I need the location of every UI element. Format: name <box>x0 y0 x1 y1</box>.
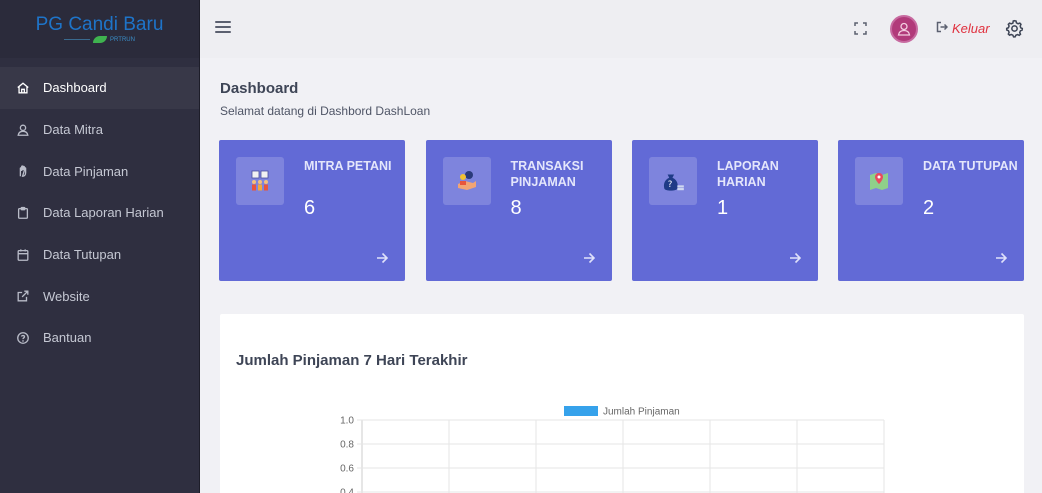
menu-toggle-icon[interactable] <box>215 21 231 35</box>
sidebar-item-website[interactable]: Website <box>0 275 199 317</box>
sidebar-item-label: Data Tutupan <box>43 247 122 263</box>
card-label: LAPORAN HARIAN <box>717 159 779 189</box>
brand-subtitle: PRTRUN <box>110 36 135 43</box>
sidebar-item-label: Data Laporan Harian <box>43 205 164 221</box>
clipboard-icon <box>16 206 30 220</box>
fullscreen-icon[interactable] <box>854 22 867 35</box>
card-transaksi-pinjaman[interactable]: TRANSAKSI PINJAMAN 8 <box>425 140 612 281</box>
sidebar-item-label: Bantuan <box>43 330 92 346</box>
chart-legend[interactable]: Jumlah Pinjaman <box>564 406 680 418</box>
arrow-right-icon[interactable] <box>789 251 802 264</box>
page-subtitle: Selamat datang di Dashbord DashLoan <box>220 104 431 118</box>
brand-subtitle-row: PRTRUN <box>64 36 135 43</box>
topbar: Keluar <box>200 0 1042 58</box>
sidebar-item-dashboard[interactable]: Dashboard <box>0 67 199 109</box>
chart-title: Jumlah Pinjaman 7 Hari Terakhir <box>236 352 468 369</box>
logout-icon <box>936 21 952 36</box>
card-laporan-harian[interactable]: ? LAPORAN HARIAN 1 <box>632 140 818 281</box>
sidebar-item-label: Data Mitra <box>43 122 103 138</box>
help-circle-icon <box>16 331 30 345</box>
logout-button[interactable]: Keluar <box>936 21 990 36</box>
card-value: 8 <box>510 197 522 219</box>
sidebar: PG Candi Baru PRTRUN Dashboard Data Mitr… <box>0 0 200 493</box>
sidebar-item-data-laporan-harian[interactable]: Data Laporan Harian <box>0 192 199 234</box>
farmers-icon <box>236 157 284 205</box>
sidebar-item-data-tutupan[interactable]: Data Tutupan <box>0 234 199 276</box>
sidebar-item-bantuan[interactable]: Bantuan <box>0 317 199 359</box>
user-icon <box>16 123 30 137</box>
sidebar-item-label: Website <box>43 288 90 304</box>
svg-text:?: ? <box>668 180 673 190</box>
hand-icon <box>16 164 30 178</box>
y-tick-label: 0.4 <box>340 488 354 493</box>
brand-logo[interactable]: PG Candi Baru PRTRUN <box>0 0 199 58</box>
arrow-right-icon[interactable] <box>995 251 1008 264</box>
chart-y-axis: 1.0 0.8 0.6 0.4 <box>340 416 354 493</box>
sidebar-item-label: Dashboard <box>43 80 107 96</box>
gear-icon[interactable] <box>1005 19 1024 38</box>
logout-label: Keluar <box>952 21 990 36</box>
sidebar-item-data-mitra[interactable]: Data Mitra <box>0 109 199 151</box>
sidebar-item-label: Data Pinjaman <box>43 163 129 179</box>
y-tick-label: 0.6 <box>340 464 354 475</box>
sidebar-item-data-pinjaman[interactable]: Data Pinjaman <box>0 150 199 192</box>
chart-grid <box>357 419 885 493</box>
sidebar-nav: Dashboard Data Mitra Data Pinjaman Data … <box>0 67 199 359</box>
external-link-icon <box>16 289 30 303</box>
y-tick-label: 1.0 <box>340 416 354 427</box>
main-content: Dashboard Selamat datang di Dashbord Das… <box>200 58 1042 493</box>
card-value: 6 <box>304 197 316 219</box>
card-value: 2 <box>923 197 935 219</box>
legend-swatch <box>564 406 598 416</box>
chart-panel: Jumlah Pinjaman 7 Hari Terakhir Jumlah P… <box>220 314 1024 493</box>
y-tick-label: 0.8 <box>340 440 354 451</box>
avatar[interactable] <box>890 15 918 43</box>
divider <box>64 39 91 40</box>
home-icon <box>16 81 30 95</box>
card-value: 1 <box>717 197 729 219</box>
card-data-tutupan[interactable]: DATA TUTUPAN 2 <box>838 140 1024 281</box>
legend-label: Jumlah Pinjaman <box>603 407 680 418</box>
brand-title: PG Candi Baru <box>35 14 164 35</box>
calendar-icon <box>16 248 30 262</box>
map-pin-icon <box>855 157 903 205</box>
chart: Jumlah Pinjaman 1.0 0.8 0.6 0.4 <box>340 406 885 493</box>
card-label: TRANSAKSI PINJAMAN <box>510 159 584 189</box>
page-title: Dashboard <box>220 80 299 97</box>
arrow-right-icon[interactable] <box>376 251 389 264</box>
money-hand-icon <box>442 157 491 205</box>
leaf-icon <box>93 36 108 43</box>
card-label: MITRA PETANI <box>304 159 392 173</box>
arrow-right-icon[interactable] <box>583 251 595 264</box>
card-label: DATA TUTUPAN <box>923 159 1018 173</box>
money-bag-icon: ? <box>649 157 697 205</box>
card-mitra-petani[interactable]: MITRA PETANI 6 <box>219 140 405 281</box>
